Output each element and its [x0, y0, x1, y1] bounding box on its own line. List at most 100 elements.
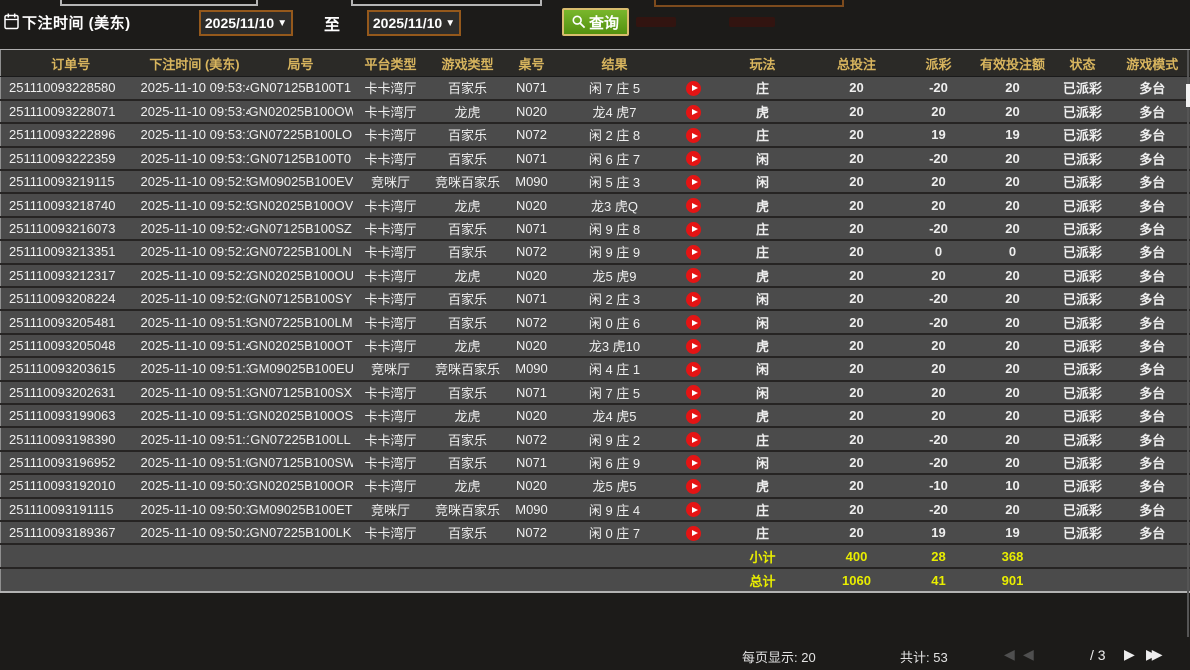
- bet-time-cell: 2025-11-10 09:52:57: [141, 193, 249, 216]
- order-id-cell: 251110093218740: [1, 193, 141, 216]
- last-page-button[interactable]: ▶▶: [1146, 645, 1158, 663]
- play-video-icon[interactable]: [686, 315, 701, 330]
- status-badge: 已派彩: [1051, 427, 1115, 450]
- table-row: 251110093203615 2025-11-10 09:51:39 GM09…: [1, 357, 1190, 380]
- scrollbar-track[interactable]: [1187, 50, 1189, 637]
- game-mode-cell: 多台: [1115, 334, 1190, 357]
- prev-page-button[interactable]: ◀: [1023, 645, 1034, 663]
- payout-cell: 20: [903, 170, 975, 193]
- status-badge: 已派彩: [1051, 334, 1115, 357]
- game-type-cell: 百家乐: [429, 287, 507, 310]
- search-button-label: 查询: [589, 12, 619, 33]
- table-row: 251110093196952 2025-11-10 09:51:03 GN07…: [1, 451, 1190, 474]
- order-id-cell: 251110093192010: [1, 474, 141, 497]
- round-id-cell: GN07225B100LO: [249, 123, 353, 146]
- total-bet-cell: 20: [811, 357, 903, 380]
- result-cell: 闲 7 庄 5: [557, 77, 673, 100]
- payout-cell: -20: [903, 147, 975, 170]
- play-video-icon[interactable]: [686, 268, 701, 283]
- table-no-cell: N020: [507, 474, 557, 497]
- payout-cell: -20: [903, 287, 975, 310]
- play-video-icon[interactable]: [686, 81, 701, 96]
- result-cell: 闲 4 庄 1: [557, 357, 673, 380]
- payout-cell: 20: [903, 357, 975, 380]
- play-video-icon[interactable]: [686, 222, 701, 237]
- order-id-cell: 251110093208224: [1, 287, 141, 310]
- result-cell: 闲 6 庄 9: [557, 451, 673, 474]
- play-video-icon[interactable]: [686, 455, 701, 470]
- valid-bet-cell: 20: [975, 334, 1051, 357]
- game-mode-cell: 多台: [1115, 123, 1190, 146]
- play-video-icon[interactable]: [686, 479, 701, 494]
- scrollbar-thumb[interactable]: [1186, 84, 1190, 107]
- total-bet-cell: 20: [811, 100, 903, 123]
- play-video-icon[interactable]: [686, 362, 701, 377]
- play-video-icon[interactable]: [686, 292, 701, 307]
- status-badge: 已派彩: [1051, 240, 1115, 263]
- round-id-cell: GN07225B100LL: [249, 427, 353, 450]
- total-bet-cell: 20: [811, 334, 903, 357]
- status-badge: 已派彩: [1051, 498, 1115, 521]
- date-to-select[interactable]: 2025/11/10 ▼: [367, 10, 461, 36]
- status-badge: 已派彩: [1051, 123, 1115, 146]
- total-bet-cell: 20: [811, 310, 903, 333]
- game-type-cell: 龙虎: [429, 474, 507, 497]
- game-mode-cell: 多台: [1115, 217, 1190, 240]
- play-video-icon[interactable]: [686, 128, 701, 143]
- play-video-icon[interactable]: [686, 198, 701, 213]
- round-id-cell: GN07225B100LK: [249, 521, 353, 544]
- total-bet-cell: 20: [811, 147, 903, 170]
- table-no-cell: M090: [507, 357, 557, 380]
- status-badge: 已派彩: [1051, 521, 1115, 544]
- video-cell: [673, 217, 715, 240]
- play-video-icon[interactable]: [686, 502, 701, 517]
- table-row: 251110093205048 2025-11-10 09:51:48 GN02…: [1, 334, 1190, 357]
- first-page-button[interactable]: ◀: [1004, 645, 1015, 663]
- status-badge: 已派彩: [1051, 100, 1115, 123]
- play-video-icon[interactable]: [686, 409, 701, 424]
- game-type-cell: 龙虎: [429, 334, 507, 357]
- play-video-icon[interactable]: [686, 245, 701, 260]
- platform-cell: 卡卡湾厅: [353, 193, 429, 216]
- table-row: 251110093199063 2025-11-10 09:51:15 GN02…: [1, 404, 1190, 427]
- status-badge: 已派彩: [1051, 287, 1115, 310]
- table-row: 251110093205481 2025-11-10 09:51:50 GN07…: [1, 310, 1190, 333]
- platform-cell: 卡卡湾厅: [353, 451, 429, 474]
- play-video-icon[interactable]: [686, 526, 701, 541]
- valid-bet-cell: 20: [975, 287, 1051, 310]
- play-video-icon[interactable]: [686, 385, 701, 400]
- play-type-cell: 闲: [715, 357, 811, 380]
- total-bet-cell: 20: [811, 264, 903, 287]
- order-id-cell: 251110093191115: [1, 498, 141, 521]
- play-video-icon[interactable]: [686, 432, 701, 447]
- total-bet-cell: 20: [811, 427, 903, 450]
- valid-bet-cell: 20: [975, 451, 1051, 474]
- bet-time-cell: 2025-11-10 09:51:15: [141, 404, 249, 427]
- game-mode-cell: 多台: [1115, 498, 1190, 521]
- col-header-valid: 有效投注额: [975, 50, 1051, 77]
- play-type-cell: 闲: [715, 381, 811, 404]
- order-id-cell: 251110093213351: [1, 240, 141, 263]
- round-id-cell: GN02025B100OW: [249, 100, 353, 123]
- play-video-icon[interactable]: [686, 151, 701, 166]
- play-video-icon[interactable]: [686, 339, 701, 354]
- table-no-cell: N020: [507, 264, 557, 287]
- payout-cell: 0: [903, 240, 975, 263]
- total-bet-cell: 20: [811, 404, 903, 427]
- valid-bet-cell: 20: [975, 77, 1051, 100]
- table-row: 251110093212317 2025-11-10 09:52:25 GN02…: [1, 264, 1190, 287]
- search-button[interactable]: 查询: [562, 8, 629, 36]
- next-page-button[interactable]: ▶: [1124, 645, 1135, 663]
- faint-disabled-element: [729, 17, 775, 27]
- round-id-cell: GN02025B100OU: [249, 264, 353, 287]
- game-mode-cell: 多台: [1115, 170, 1190, 193]
- play-video-icon[interactable]: [686, 105, 701, 120]
- video-cell: [673, 123, 715, 146]
- bet-time-cell: 2025-11-10 09:51:34: [141, 381, 249, 404]
- date-from-select[interactable]: 2025/11/10 ▼: [199, 10, 293, 36]
- play-video-icon[interactable]: [686, 175, 701, 190]
- total-bet-cell: 20: [811, 498, 903, 521]
- bet-time-cell: 2025-11-10 09:52:29: [141, 240, 249, 263]
- game-mode-cell: 多台: [1115, 521, 1190, 544]
- order-id-cell: 251110093205481: [1, 310, 141, 333]
